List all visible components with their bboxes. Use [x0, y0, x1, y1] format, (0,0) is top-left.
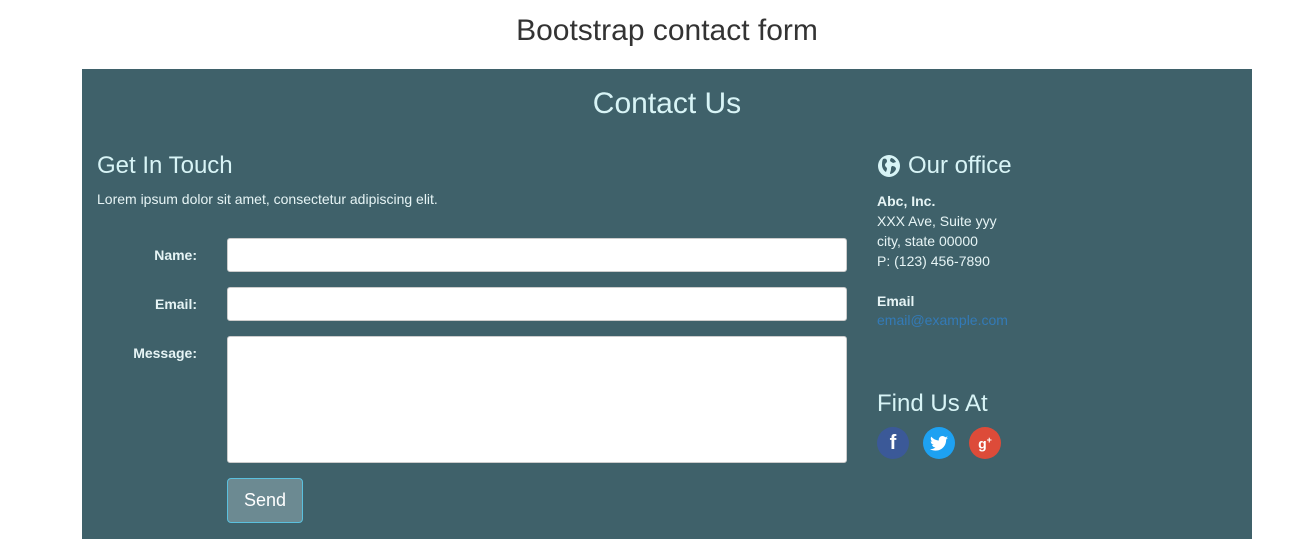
name-label: Name:: [154, 247, 197, 263]
office-street: XXX Ave, Suite yyy: [877, 213, 997, 229]
find-us-title: Find Us At: [877, 390, 988, 417]
name-input[interactable]: [227, 238, 847, 272]
office-email-link[interactable]: email@example.com: [877, 312, 1008, 328]
get-in-touch-heading: Get In Touch: [97, 152, 233, 179]
office-email-label: Email: [877, 293, 915, 309]
page-title: Bootstrap contact form: [516, 14, 818, 47]
message-textarea[interactable]: [227, 336, 847, 463]
send-button[interactable]: Send: [227, 478, 303, 523]
office-heading: Our office: [877, 152, 1012, 180]
contact-heading: Contact Us: [592, 87, 742, 120]
office-city: city, state 00000: [877, 233, 978, 249]
globe-icon: [878, 155, 900, 177]
contact-panel: Contact Us Get In Touch Lorem ipsum dolo…: [82, 69, 1252, 539]
office-phone: P: (123) 456-7890: [877, 253, 990, 269]
twitter-icon[interactable]: [923, 427, 955, 459]
get-in-touch-text: Lorem ipsum dolor sit amet, consectetur …: [97, 191, 438, 207]
email-input[interactable]: [227, 287, 847, 321]
office-title: Our office: [908, 152, 1012, 179]
google-plus-icon[interactable]: g+: [969, 427, 1001, 459]
facebook-icon[interactable]: f: [877, 427, 909, 459]
message-label: Message:: [133, 345, 197, 361]
email-label: Email:: [154, 296, 197, 312]
office-company: Abc, Inc.: [877, 193, 936, 209]
